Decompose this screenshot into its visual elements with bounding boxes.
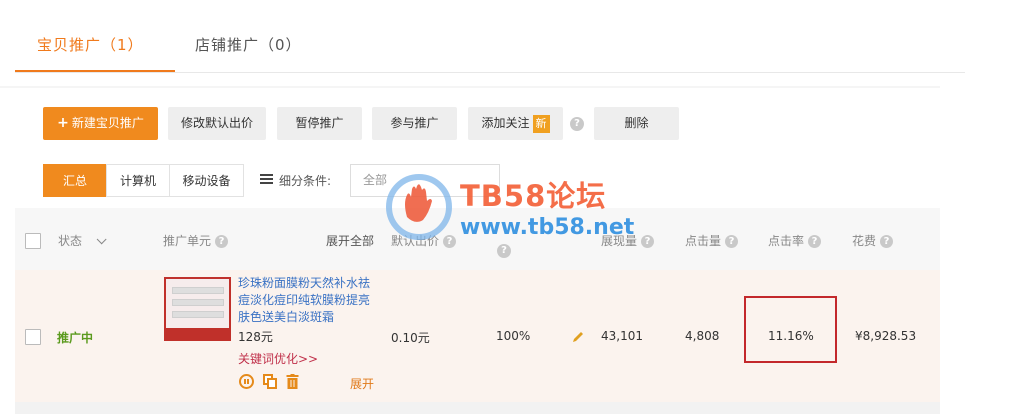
list-icon xyxy=(260,174,273,185)
tab-shop-promotion[interactable]: 店铺推广（0） xyxy=(195,34,302,55)
new-promotion-label: 新建宝贝推广 xyxy=(71,116,144,130)
watermark-title: TB58论坛 xyxy=(460,179,607,213)
help-icon[interactable]: ? xyxy=(570,117,584,131)
add-follow-label: 添加关注 xyxy=(481,116,530,130)
filter-condition-label: 细分条件: xyxy=(279,174,332,188)
status-header-label: 状态 xyxy=(58,234,83,248)
clicks-header-label: 点击量 xyxy=(685,234,722,248)
status-badge: 推广中 xyxy=(57,331,94,345)
pencil-icon[interactable] xyxy=(572,331,584,343)
unit-header: 推广单元? xyxy=(163,232,229,249)
watermark-url: www.tb58.net xyxy=(460,215,635,240)
bid-value: 0.10元 xyxy=(391,331,430,345)
product-title-link[interactable]: 珍珠粉面膜粉天然补水祛痘淡化痘印纯软膜粉提亮肤色送美白淡斑霜 xyxy=(238,275,373,326)
delete-button[interactable]: 删除 xyxy=(594,107,679,140)
help-icon[interactable]: ? xyxy=(215,235,229,248)
add-follow-button[interactable]: 添加关注新 xyxy=(468,107,563,140)
new-badge: 新 xyxy=(532,114,550,133)
status-header[interactable]: 状态 xyxy=(58,232,107,249)
impressions-value: 43,101 xyxy=(601,329,643,343)
help-icon[interactable]: ? xyxy=(880,235,894,248)
unit-header-label: 推广单元 xyxy=(163,234,212,248)
help-icon[interactable]: ? xyxy=(497,244,511,258)
product-price: 128元 xyxy=(238,330,273,344)
expand-row-link[interactable]: 展开 xyxy=(350,375,374,392)
help-icon[interactable]: ? xyxy=(725,235,739,248)
cost-header-label: 花费 xyxy=(852,234,877,248)
pause-icon[interactable] xyxy=(239,374,254,389)
keyword-optimize-link[interactable]: 关键词优化>> xyxy=(238,350,318,367)
help-icon[interactable]: ? xyxy=(641,235,655,248)
ctr-header-label: 点击率 xyxy=(768,234,805,248)
plus-icon: + xyxy=(57,115,69,131)
pause-promotion-button[interactable]: 暂停推广 xyxy=(277,107,362,140)
segment-mobile[interactable]: 移动设备 xyxy=(169,164,244,197)
expand-all-link[interactable]: 展开全部 xyxy=(326,232,374,249)
segment-summary[interactable]: 汇总 xyxy=(43,164,107,197)
clicks-header[interactable]: 点击量? xyxy=(685,232,739,249)
ctr-header[interactable]: 点击率? xyxy=(768,232,822,249)
ctr-highlight-box xyxy=(744,296,837,363)
cost-value: ¥8,928.53 xyxy=(855,329,917,343)
cost-header[interactable]: 花费? xyxy=(852,232,894,249)
trash-icon[interactable] xyxy=(285,374,300,389)
tab-item-promotion[interactable]: 宝贝推广（1） xyxy=(37,34,144,55)
tab-divider xyxy=(15,72,965,73)
join-promotion-button[interactable]: 参与推广 xyxy=(372,107,457,140)
new-promotion-button[interactable]: + 新建宝贝推广 xyxy=(43,107,158,140)
product-thumbnail[interactable] xyxy=(164,277,231,341)
copy-icon[interactable] xyxy=(263,374,278,389)
section-divider xyxy=(0,86,940,88)
select-all-checkbox[interactable] xyxy=(25,233,41,249)
clicks-value: 4,808 xyxy=(685,329,720,343)
row-checkbox[interactable] xyxy=(25,329,41,345)
watermark-logo-icon xyxy=(386,174,452,240)
table-footer-strip xyxy=(15,402,940,414)
segment-computer[interactable]: 计算机 xyxy=(106,164,170,197)
ratio-value: 100% xyxy=(496,329,531,343)
help-icon[interactable]: ? xyxy=(808,235,822,248)
edit-default-bid-button[interactable]: 修改默认出价 xyxy=(168,107,266,140)
